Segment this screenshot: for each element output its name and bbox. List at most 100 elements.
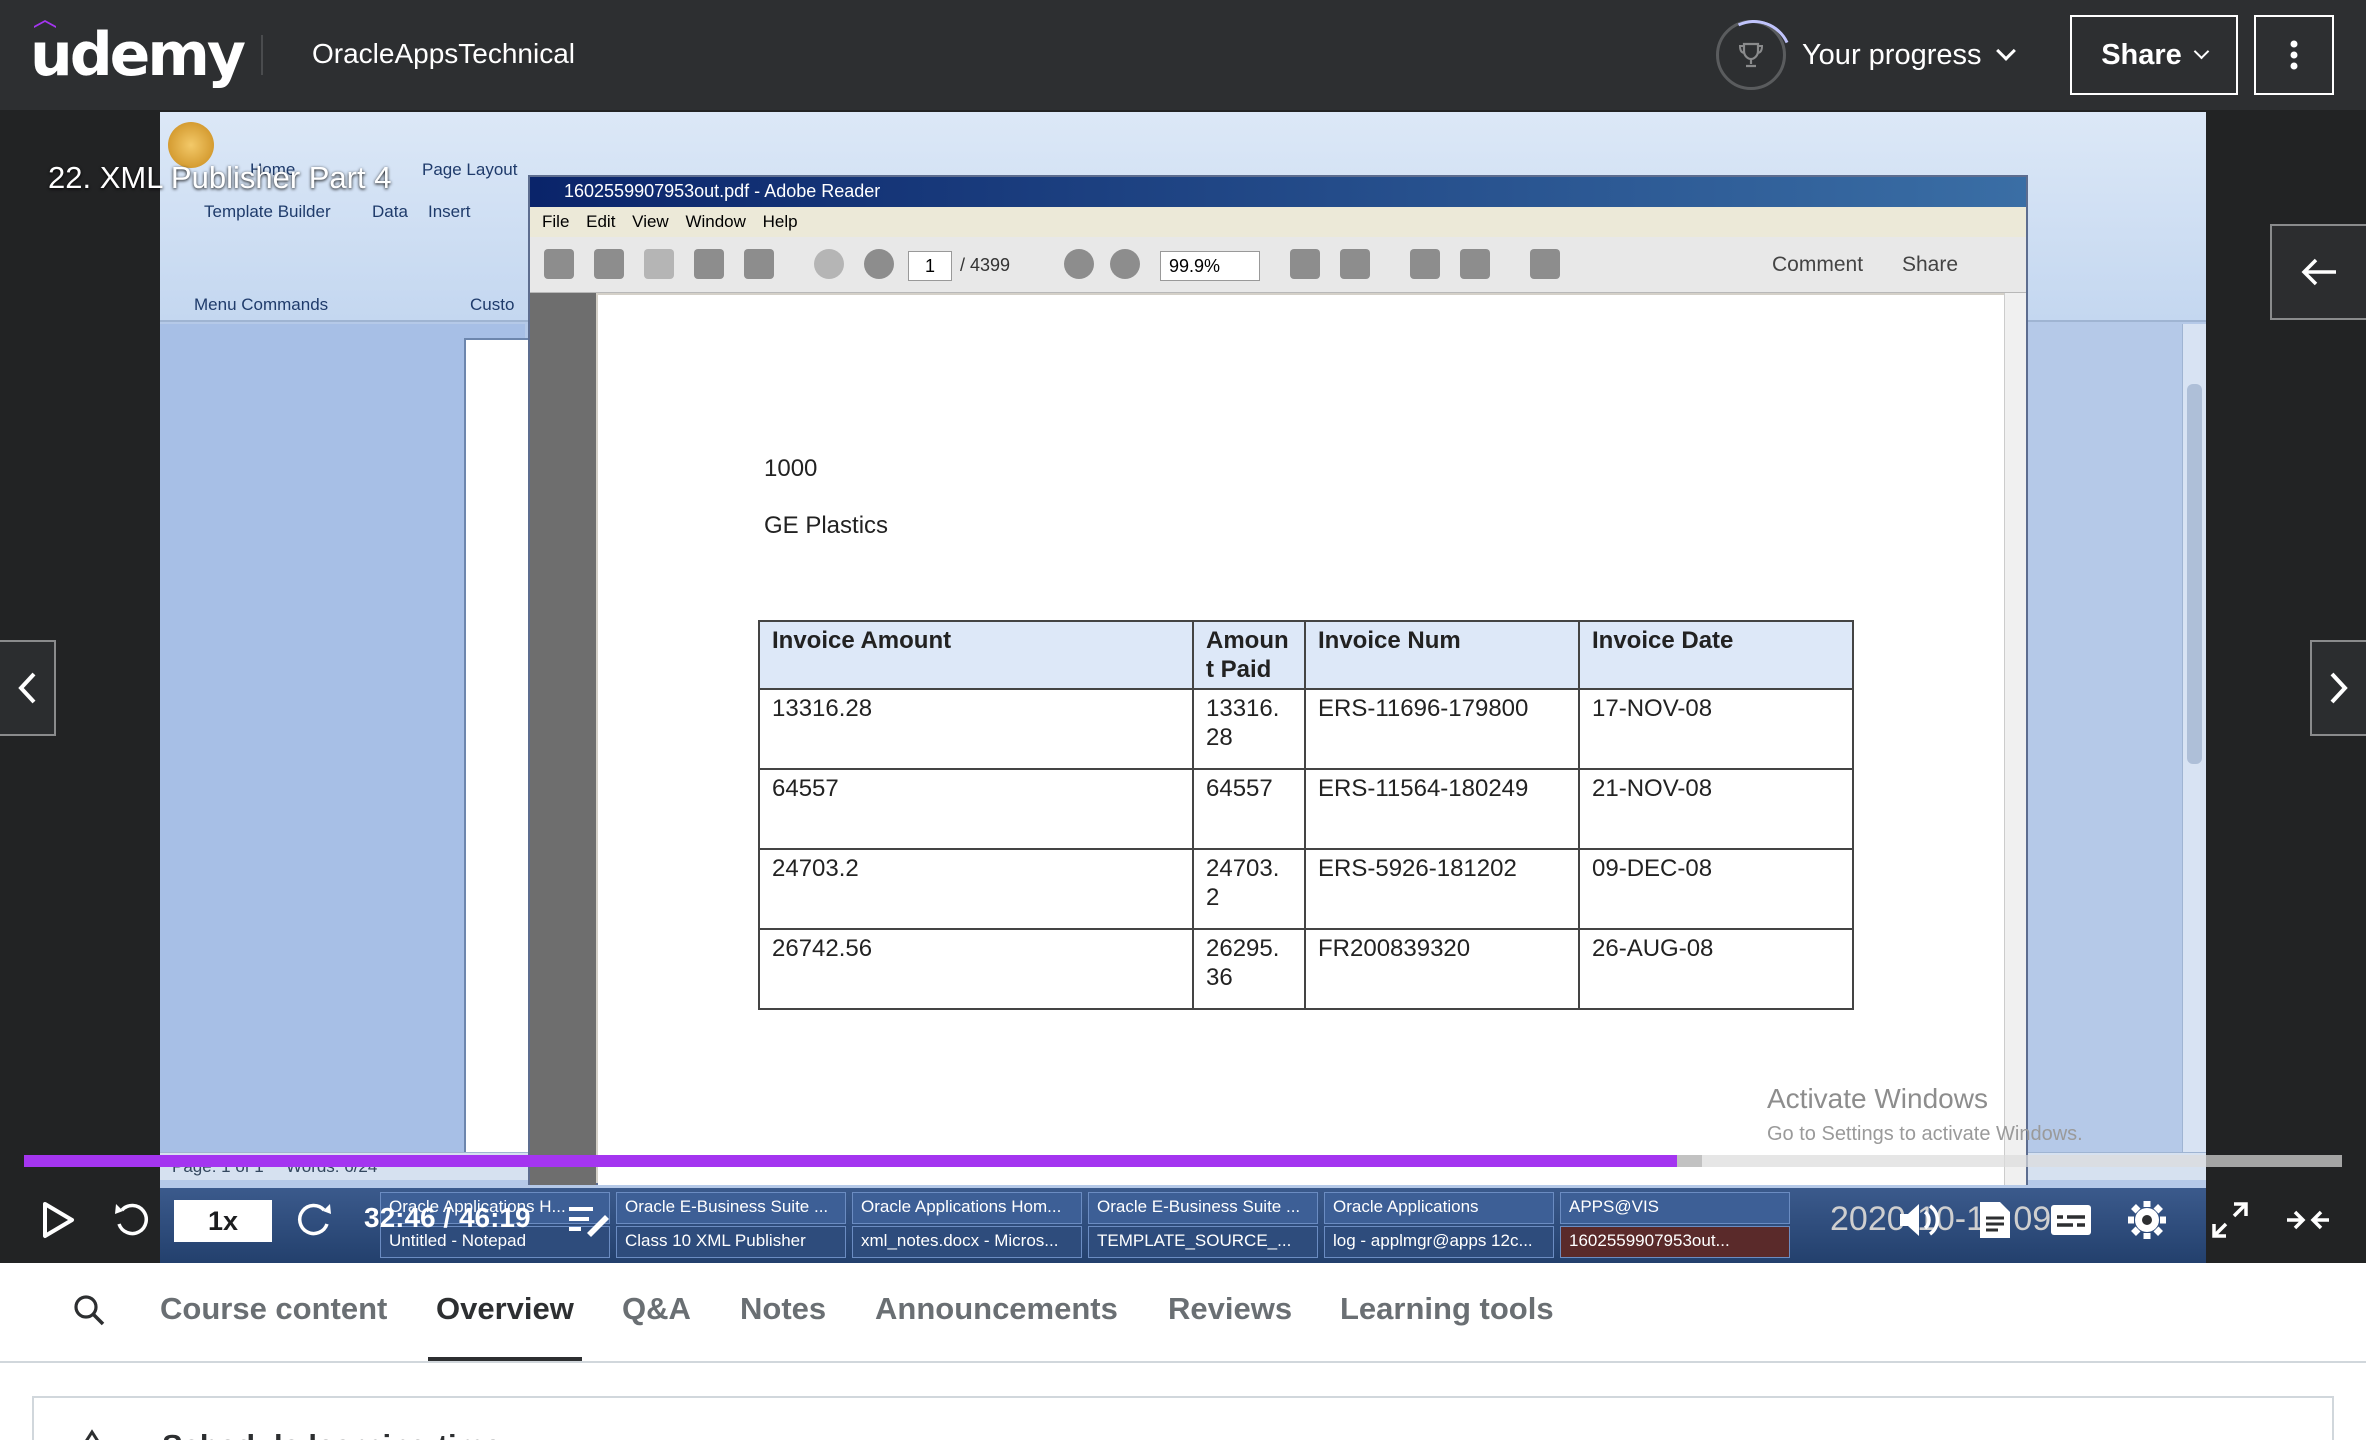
table-row: 64557 64557 ERS-11564-180249 21-NOV-08 [758, 768, 1854, 850]
table-cell: 24703. 2 [1192, 848, 1306, 930]
arrow-left-icon [2301, 258, 2336, 286]
video-clock-overlay: 2020-10-13 09:3 [1830, 1200, 2080, 1238]
pdf-vendor-id: 1000 [764, 455, 818, 482]
course-tabs: Course content Overview Q&A Notes Announ… [0, 1263, 2366, 1363]
next-lecture-button[interactable] [2310, 640, 2366, 736]
table-cell: 17-NOV-08 [1578, 688, 1854, 770]
tab-announcements[interactable]: Announcements [875, 1291, 1118, 1327]
fit-page-icon [1290, 249, 1320, 279]
chevron-right-icon [2330, 672, 2348, 704]
progress-ring [1716, 20, 1786, 90]
volume-icon [1900, 1204, 1940, 1236]
video-player[interactable]: Home Page Layout Template Builder Data I… [0, 110, 2366, 1263]
add-note-button[interactable] [566, 1198, 612, 1242]
top-header: udemy OracleAppsTechnical Your progress … [0, 0, 2366, 110]
fit-width-icon [1340, 249, 1370, 279]
table-row: 26742.56 26295. 36 FR200839320 26-AUG-08 [758, 928, 1854, 1010]
fullscreen-icon [2212, 1202, 2248, 1238]
share-label: Share [2101, 38, 2182, 71]
prev-page-icon [814, 249, 844, 279]
reader-menu-item: Edit [586, 212, 616, 231]
playback-speed-button[interactable]: 1x [174, 1200, 272, 1242]
reader-menu-item: Window [685, 212, 746, 231]
transcript-button[interactable] [1972, 1198, 2018, 1242]
page-total: / 4399 [960, 255, 1011, 275]
pdf-page: 1000 GE Plastics Invoice Amount Amoun t … [598, 295, 2010, 1185]
invoice-table: Invoice Amount Amoun t Paid Invoice Num … [758, 620, 1854, 1010]
table-cell: 24703.2 [758, 848, 1194, 930]
reader-toolbar: 1 / 4399 99.9% Comment Share [530, 237, 2026, 293]
tab-qa[interactable]: Q&A [622, 1291, 691, 1327]
next-page-icon [864, 249, 894, 279]
zoom-field: 99.9% [1160, 251, 1260, 281]
ribbon-custom: Custo [470, 295, 515, 314]
rewind-5s-button[interactable] [110, 1198, 154, 1242]
create-pdf-icon [544, 249, 574, 279]
column-header: Invoice Amount [758, 620, 1194, 690]
trophy-icon [1738, 42, 1764, 68]
udemy-logo[interactable]: udemy [30, 20, 246, 88]
column-header: Invoice Num [1304, 620, 1580, 690]
more-options-button[interactable] [2254, 15, 2334, 95]
sidebar-toggle-button[interactable] [2270, 224, 2366, 320]
reader-menu-item: View [632, 212, 669, 231]
reader-menu-bar: File Edit View Window Help [530, 207, 2026, 237]
chevron-down-icon [2193, 43, 2210, 59]
lecture-title: 22. XML Publisher Part 4 [48, 160, 392, 195]
open-icon [594, 249, 624, 279]
reader-nav-pane [530, 293, 596, 1185]
tab-learning-tools[interactable]: Learning tools [1340, 1291, 1554, 1327]
tab-reviews[interactable]: Reviews [1168, 1291, 1292, 1327]
table-cell: 64557 [1192, 768, 1306, 850]
fullscreen-button[interactable] [2208, 1198, 2252, 1242]
ribbon-data: Data [372, 202, 408, 221]
table-cell: 26295. 36 [1192, 928, 1306, 1010]
tab-overview[interactable]: Overview [436, 1291, 574, 1327]
tab-notes[interactable]: Notes [740, 1291, 826, 1327]
forward-5s-button[interactable] [292, 1198, 336, 1242]
reader-menu-item: File [542, 212, 570, 231]
table-row: 13316.28 13316. 28 ERS-11696-179800 17-N… [758, 688, 1854, 770]
table-cell: 26742.56 [758, 928, 1194, 1010]
tab-course-content[interactable]: Course content [160, 1291, 387, 1327]
logo-hat-icon [34, 20, 56, 28]
active-tab-indicator [428, 1357, 582, 1361]
captions-button[interactable] [2046, 1198, 2096, 1242]
video-progress-bar[interactable] [24, 1155, 2342, 1167]
volume-button[interactable] [1896, 1198, 1942, 1242]
ribbon-menu-commands: Menu Commands [194, 295, 329, 314]
search-icon [74, 1295, 105, 1326]
share-button[interactable]: Share [2070, 15, 2238, 95]
captions-icon [2051, 1205, 2091, 1235]
player-controls: 1x 32:46 / 46:19 2020-10-13 09:3 [0, 1176, 2366, 1263]
page-number-field: 1 [908, 251, 952, 281]
settings-button[interactable] [2124, 1198, 2170, 1242]
previous-lecture-button[interactable] [0, 640, 56, 736]
udemy-player-page: udemy OracleAppsTechnical Your progress … [0, 0, 2366, 1440]
pdf-vendor-name: GE Plastics [764, 512, 889, 539]
table-cell: ERS-11696-179800 [1304, 688, 1580, 770]
played-bar [24, 1155, 1677, 1167]
zoom-out-icon [1064, 249, 1094, 279]
ribbon-tab-page-layout: Page Layout [422, 160, 518, 179]
reader-share-link: Share [1902, 253, 1959, 276]
your-progress-dropdown[interactable]: Your progress [1716, 20, 2017, 90]
course-title-link[interactable]: OracleAppsTechnical [312, 36, 575, 72]
ribbon-template-builder: Template Builder [204, 202, 331, 221]
print-icon [694, 249, 724, 279]
zoom-in-icon [1110, 249, 1140, 279]
gear-icon [2128, 1201, 2166, 1239]
learning-reminder-card: Schedule learning time [32, 1396, 2334, 1440]
table-cell: 64557 [758, 768, 1194, 850]
search-course-button[interactable] [72, 1293, 106, 1332]
table-row: 24703.2 24703. 2 ERS-5926-181202 09-DEC-… [758, 848, 1854, 930]
chevron-down-icon [1996, 41, 2017, 61]
activate-windows-subtext: Go to Settings to activate Windows. [1767, 1123, 2083, 1145]
play-button[interactable] [36, 1198, 80, 1242]
email-icon [744, 249, 774, 279]
reader-title-bar: 1602559907953out.pdf - Adobe Reader [530, 177, 2026, 207]
ribbon-insert: Insert [428, 202, 471, 221]
exit-theatre-mode-button[interactable] [2284, 1198, 2332, 1242]
sign-icon [1460, 249, 1490, 279]
add-note-icon [569, 1207, 609, 1237]
